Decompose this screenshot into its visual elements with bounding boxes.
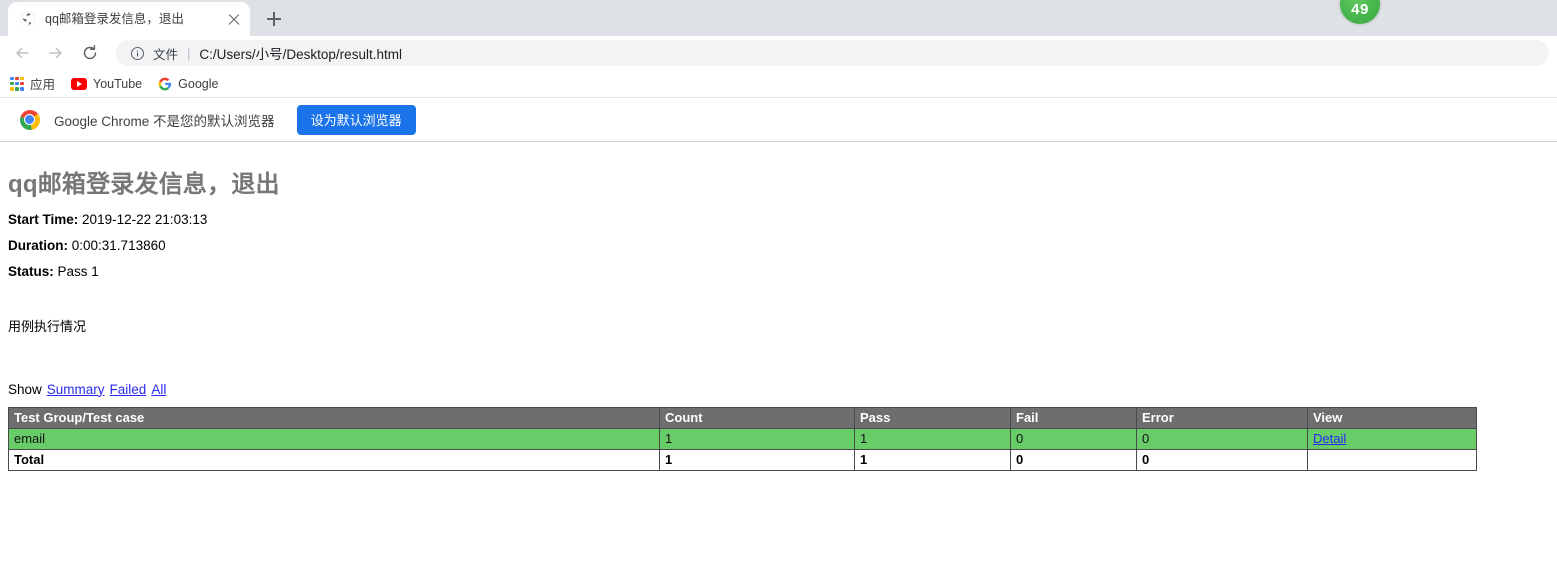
bookmark-apps[interactable]: 应用 bbox=[10, 74, 55, 93]
globe-icon bbox=[20, 11, 36, 27]
reload-icon[interactable] bbox=[76, 39, 104, 67]
new-tab-button[interactable] bbox=[260, 5, 288, 33]
cell-total-fail: 0 bbox=[1010, 448, 1137, 471]
cell-error: 0 bbox=[1136, 427, 1308, 450]
table-row[interactable]: email 1 1 0 0 Detail bbox=[8, 427, 1477, 450]
duration-row: Duration: 0:00:31.713860 bbox=[8, 237, 1557, 255]
close-icon[interactable] bbox=[226, 11, 242, 27]
back-arrow-icon[interactable] bbox=[8, 39, 36, 67]
status-label: Status: bbox=[8, 264, 54, 280]
column-header-testgroup: Test Group/Test case bbox=[8, 406, 660, 429]
bookmark-youtube[interactable]: YouTube bbox=[71, 77, 142, 91]
cell-total-label: Total bbox=[8, 448, 660, 471]
browser-window: qq邮箱登录发信息，退出 49 文件 | C:/Users/小号/Desktop… bbox=[0, 0, 1557, 142]
show-failed-link[interactable]: Failed bbox=[110, 382, 147, 397]
address-bar[interactable]: 文件 | C:/Users/小号/Desktop/result.html bbox=[116, 40, 1549, 66]
cell-view: Detail bbox=[1307, 427, 1477, 450]
default-browser-infobar: Google Chrome 不是您的默认浏览器 设为默认浏览器 bbox=[0, 98, 1557, 142]
youtube-icon bbox=[71, 77, 88, 90]
chrome-logo-icon bbox=[20, 109, 40, 130]
cell-total-pass: 1 bbox=[854, 448, 1011, 471]
detail-link[interactable]: Detail bbox=[1313, 431, 1346, 446]
bookmark-google[interactable]: Google bbox=[158, 77, 218, 91]
cell-testgroup: email bbox=[8, 427, 660, 450]
column-header-error: Error bbox=[1136, 406, 1308, 429]
info-circle-icon[interactable] bbox=[130, 46, 145, 61]
bookmarks-bar: 应用 YouTube Google bbox=[0, 70, 1557, 98]
url-scheme-label: 文件 bbox=[153, 47, 179, 62]
apps-grid-icon bbox=[10, 76, 24, 91]
bookmark-google-label: Google bbox=[178, 76, 219, 91]
infobar-message: Google Chrome 不是您的默认浏览器 bbox=[54, 113, 275, 129]
page-content: qq邮箱登录发信息，退出 Start Time: 2019-12-22 21:0… bbox=[0, 142, 1557, 567]
table-total-row: Total 1 1 0 0 bbox=[8, 448, 1477, 471]
bookmark-youtube-label: YouTube bbox=[93, 76, 143, 91]
browser-tab[interactable]: qq邮箱登录发信息，退出 bbox=[8, 2, 250, 36]
status-badge: 49 bbox=[1338, 0, 1382, 26]
status-row: Status: Pass 1 bbox=[8, 263, 1557, 281]
google-g-icon bbox=[158, 77, 172, 91]
cell-pass: 1 bbox=[854, 427, 1011, 450]
duration-value: 0:00:31.713860 bbox=[71, 238, 166, 254]
column-header-count: Count bbox=[659, 406, 855, 429]
set-default-browser-button[interactable]: 设为默认浏览器 bbox=[296, 104, 416, 135]
duration-label: Duration: bbox=[8, 238, 68, 254]
browser-toolbar: 文件 | C:/Users/小号/Desktop/result.html bbox=[0, 36, 1557, 70]
cell-fail: 0 bbox=[1010, 427, 1137, 450]
table-header-row: Test Group/Test case Count Pass Fail Err… bbox=[8, 406, 1477, 429]
page-title: qq邮箱登录发信息，退出 bbox=[8, 171, 280, 198]
status-value: Pass 1 bbox=[57, 264, 99, 280]
show-label: Show bbox=[8, 381, 42, 397]
show-all-link[interactable]: All bbox=[151, 382, 166, 397]
start-time-label: Start Time: bbox=[8, 212, 79, 227]
cell-total-count: 1 bbox=[659, 448, 855, 471]
show-summary-link[interactable]: Summary bbox=[47, 382, 105, 397]
url-separator: | bbox=[187, 45, 191, 61]
column-header-pass: Pass bbox=[854, 406, 1011, 429]
start-time-row: Start Time: 2019-12-22 21:03:13 bbox=[8, 211, 1557, 229]
column-header-fail: Fail bbox=[1010, 406, 1137, 429]
status-badge-count: 49 bbox=[1351, 1, 1369, 18]
tab-title: qq邮箱登录发信息，退出 bbox=[45, 12, 184, 26]
report-description: 用例执行情况 bbox=[8, 318, 87, 334]
cell-total-view bbox=[1307, 448, 1477, 471]
column-header-view: View bbox=[1307, 406, 1477, 429]
url-text: C:/Users/小号/Desktop/result.html bbox=[199, 47, 402, 62]
cell-count: 1 bbox=[659, 427, 855, 450]
bookmark-apps-label: 应用 bbox=[30, 78, 56, 92]
start-time-value: 2019-12-22 21:03:13 bbox=[82, 212, 208, 227]
tab-strip: qq邮箱登录发信息，退出 49 bbox=[0, 0, 1557, 36]
show-filter-row: Show Summary Failed All bbox=[8, 382, 1557, 397]
cell-total-error: 0 bbox=[1136, 448, 1308, 471]
results-table: Test Group/Test case Count Pass Fail Err… bbox=[8, 406, 1477, 471]
forward-arrow-icon[interactable] bbox=[42, 39, 70, 67]
